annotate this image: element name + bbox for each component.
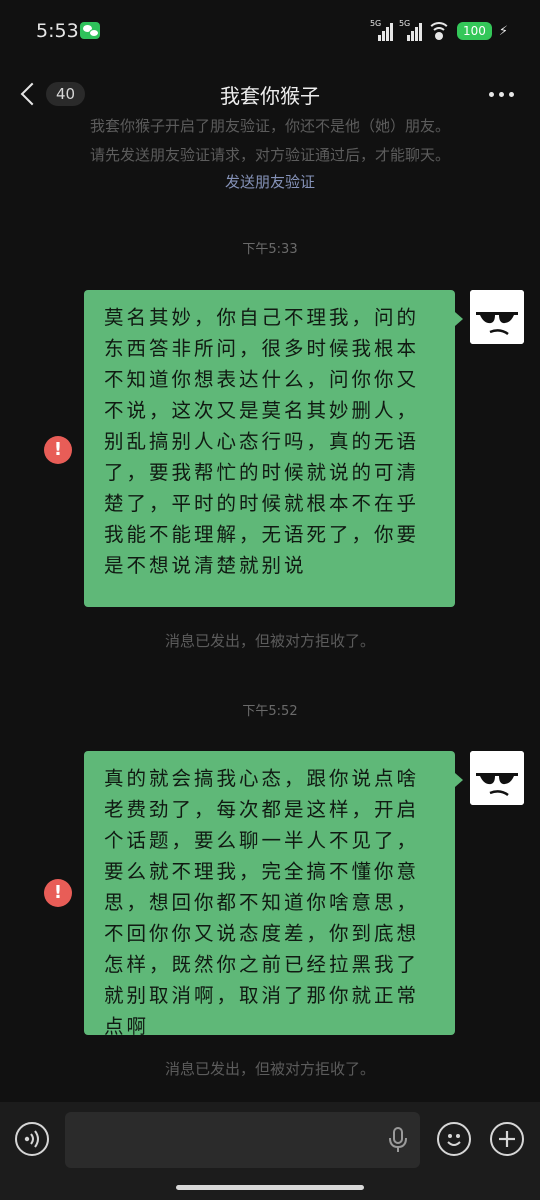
error-icon[interactable]: !	[44, 879, 72, 907]
avatar[interactable]	[470, 751, 524, 805]
emoji-button[interactable]	[437, 1122, 471, 1156]
chat-title: 我套你猴子	[220, 84, 320, 108]
error-icon[interactable]: !	[44, 436, 72, 464]
microphone-icon[interactable]	[388, 1126, 408, 1154]
emoji-icon	[447, 1134, 461, 1146]
message-status: 消息已发出，但被对方拒收了。	[164, 632, 375, 650]
signal-icon: 5G	[398, 19, 422, 41]
battery-icon: 100	[456, 22, 492, 40]
wifi-icon	[426, 22, 451, 40]
signal-label: 5G	[369, 19, 382, 28]
message-status: 消息已发出，但被对方拒收了。	[164, 1060, 375, 1078]
message-bubble[interactable]: 莫名其妙，你自己不理我，问的东西答非所问，很多时候我根本不知道你想表达什么，问你…	[84, 290, 463, 607]
home-indicator[interactable]	[176, 1185, 364, 1190]
message-timestamp: 下午5:52	[242, 704, 298, 719]
message-timestamp: 下午5:33	[242, 242, 298, 257]
signal-label: 5G	[398, 19, 411, 28]
status-indicators: 5G 5G 100 ⚡	[369, 19, 508, 42]
plus-icon	[499, 1131, 515, 1147]
more-functions-button[interactable]	[490, 1122, 524, 1156]
sunglasses-face-icon	[470, 290, 524, 344]
more-icon[interactable]	[489, 92, 514, 97]
wechat-icon	[80, 22, 100, 39]
sunglasses-face-icon	[470, 751, 524, 805]
signal-icon: 5G	[369, 19, 393, 41]
voice-icon	[24, 1130, 39, 1148]
message-input[interactable]	[65, 1112, 420, 1168]
friend-verification-notice: 请先发送朋友验证请求，对方验证通过后，才能聊天。	[89, 146, 450, 164]
status-bar: 5:53 5G 5G 100 ⚡	[0, 0, 540, 62]
message-bubble[interactable]: 真的就会搞我心态，跟你说点啥老费劲了，每次都是这样，开启个话题，要么聊一半人不见…	[84, 751, 463, 1038]
charging-icon: ⚡	[498, 23, 508, 39]
avatar[interactable]	[470, 290, 524, 344]
voice-button[interactable]	[15, 1122, 49, 1156]
friend-verification-notice: 我套你猴子开启了朋友验证，你还不是他（她）朋友。	[89, 117, 450, 135]
status-time: 5:53	[36, 20, 79, 42]
send-friend-request-link[interactable]: 发送朋友验证	[0, 171, 540, 192]
